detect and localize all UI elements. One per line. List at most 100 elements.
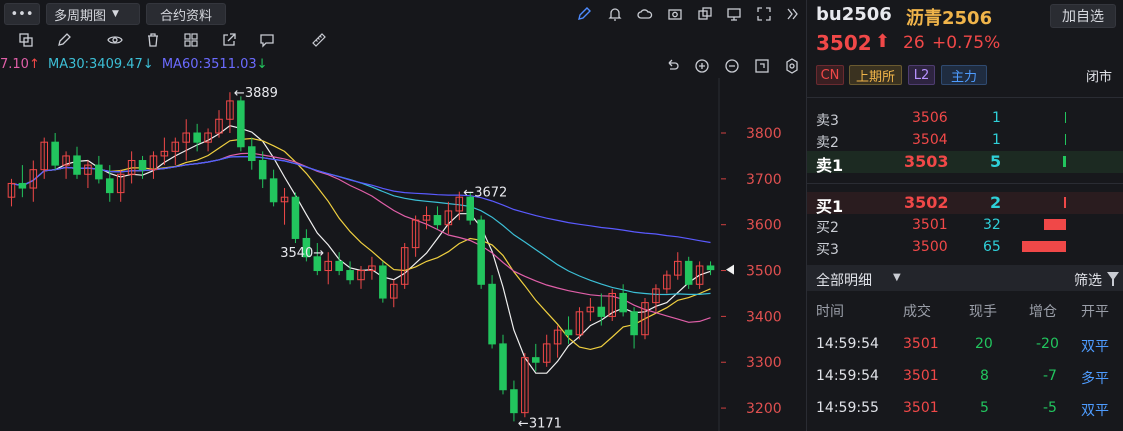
tick-time: 14:59:54: [816, 368, 879, 384]
candle-body: [335, 260, 343, 272]
screen-button[interactable]: 筛选: [1074, 270, 1102, 290]
collapse-icon[interactable]: [784, 6, 800, 22]
bid-volume: 2: [990, 193, 1002, 212]
ask-row[interactable]: 卖2 3504 1: [807, 129, 1123, 151]
camera-icon[interactable]: [667, 6, 683, 22]
volume-bar: [1065, 112, 1066, 123]
chevron-down-icon: ▼: [112, 9, 119, 19]
candle-body: [269, 178, 278, 203]
bid-label: 买2: [816, 220, 839, 236]
candle-body: [564, 329, 573, 336]
ma60-value: MA60:3511.03: [161, 57, 257, 72]
last-price: 3502: [816, 31, 872, 55]
period-select[interactable]: 多周期图 ▼: [46, 3, 140, 25]
ask-row-best[interactable]: 卖1 3503 5: [807, 151, 1123, 175]
candle-body: [477, 219, 485, 285]
candle-body: [499, 343, 507, 391]
ask-volume: 1: [992, 110, 1001, 126]
contract-code: bu2506: [816, 4, 892, 25]
candle-body: [247, 146, 256, 162]
ma30-value: MA30:3409.47: [48, 57, 143, 72]
trash-icon[interactable]: [145, 32, 161, 48]
period-label: 多周期图: [54, 8, 107, 24]
candle-body: [706, 265, 715, 271]
tick-price: 3501: [903, 336, 939, 352]
eye-icon[interactable]: [107, 32, 123, 48]
bid-price: 3501: [912, 217, 948, 233]
ask-label: 卖2: [816, 135, 839, 151]
y-tick-label: 3800: [746, 126, 782, 142]
y-tick-label: 3700: [746, 172, 782, 188]
y-tick-label: 3200: [746, 401, 782, 417]
fullscreen-icon[interactable]: [756, 6, 772, 22]
price-annotation: ←3171: [518, 416, 562, 431]
market-status: 闭市: [1086, 70, 1113, 85]
filter-icon[interactable]: [1107, 271, 1119, 290]
bell-icon[interactable]: [607, 6, 623, 22]
monitor-icon[interactable]: [726, 6, 742, 22]
undo-icon[interactable]: [664, 58, 680, 74]
bid-price: 3502: [904, 193, 949, 212]
ma-legend: 7.10↑ MA30:3409.47↓ MA60:3511.03↓: [0, 57, 268, 72]
comment-icon[interactable]: [259, 32, 275, 48]
arrow-up-icon: ↑: [28, 57, 40, 72]
candle-body: [488, 283, 496, 345]
ask-label: 卖1: [816, 156, 844, 175]
zoom-out-icon[interactable]: [724, 58, 740, 74]
cloud-icon[interactable]: [637, 6, 653, 22]
candle-body: [684, 260, 693, 285]
bid-row[interactable]: 买2 3501 32: [807, 214, 1123, 236]
caret-down-icon[interactable]: ▼: [893, 272, 901, 283]
bid-row[interactable]: 买3 3500 65: [807, 236, 1123, 258]
candle-body: [379, 265, 387, 299]
chart-panel: ••• 多周期图 ▼ 合约资料 7.10↑ MA30:3409.47↓ MA60…: [0, 0, 805, 431]
candle-body: [291, 196, 300, 239]
tick-oi-change: -20: [1036, 336, 1059, 352]
ask-label: 卖3: [816, 113, 839, 129]
ruler-icon[interactable]: [311, 32, 327, 48]
col-header-oi-change: 增仓: [1029, 304, 1057, 320]
ask-price: 3506: [912, 110, 948, 126]
tick-oi-change: -7: [1043, 368, 1057, 384]
bid-volume: 32: [983, 217, 1001, 233]
candle-body: [433, 215, 442, 226]
bid-price: 3500: [912, 239, 948, 255]
candle-body: [531, 357, 540, 363]
tick-filter-label[interactable]: 全部明细: [816, 270, 872, 290]
add-watchlist-button[interactable]: 加自选: [1050, 4, 1116, 28]
reset-icon[interactable]: [754, 58, 770, 74]
tick-row: 14:59:54 3501 8 -7 多平: [807, 365, 1123, 387]
settings-icon[interactable]: [784, 58, 800, 74]
menu-button[interactable]: •••: [4, 3, 40, 25]
volume-bar: [1064, 197, 1066, 208]
grid-icon[interactable]: [183, 32, 199, 48]
tick-type: 双平: [1081, 403, 1109, 419]
candle-body: [630, 311, 638, 336]
bid-row-best[interactable]: 买1 3502 2: [807, 192, 1123, 216]
contract-info-button[interactable]: 合约资料: [146, 3, 226, 25]
price-change-pct: +0.75%: [932, 33, 1001, 53]
tag-cn: CN: [816, 65, 844, 85]
crop-icon[interactable]: [18, 32, 34, 48]
arrow-down-icon: ↓: [142, 57, 154, 72]
copy-icon[interactable]: [697, 6, 713, 22]
ask-row[interactable]: 卖3 3506 1: [807, 107, 1123, 129]
edit-icon[interactable]: [56, 32, 72, 48]
candle-body: [105, 178, 114, 194]
candlestick-chart[interactable]: 3800 3700 3600 3500 3400 3300 3200 ←3889 ←3672 35…: [0, 78, 805, 431]
candle-body: [258, 160, 267, 180]
external-link-icon[interactable]: [221, 32, 237, 48]
tick-row: 14:59:54 3501 20 -20 双平: [807, 333, 1123, 355]
top-toolbar: ••• 多周期图 ▼ 合约资料: [0, 0, 805, 28]
candle-body: [138, 160, 147, 171]
pen-icon[interactable]: [576, 6, 592, 22]
ma20-line: [11, 152, 711, 323]
y-tick-label: 3400: [746, 309, 782, 325]
tick-oi-change: -5: [1043, 400, 1057, 416]
zoom-in-icon[interactable]: [694, 58, 710, 74]
bid-label: 买3: [816, 242, 839, 258]
tag-main: 主力: [941, 65, 987, 85]
tag-l2: L2: [908, 65, 935, 85]
tick-type: 双平: [1081, 339, 1109, 355]
candle-body: [510, 389, 518, 414]
